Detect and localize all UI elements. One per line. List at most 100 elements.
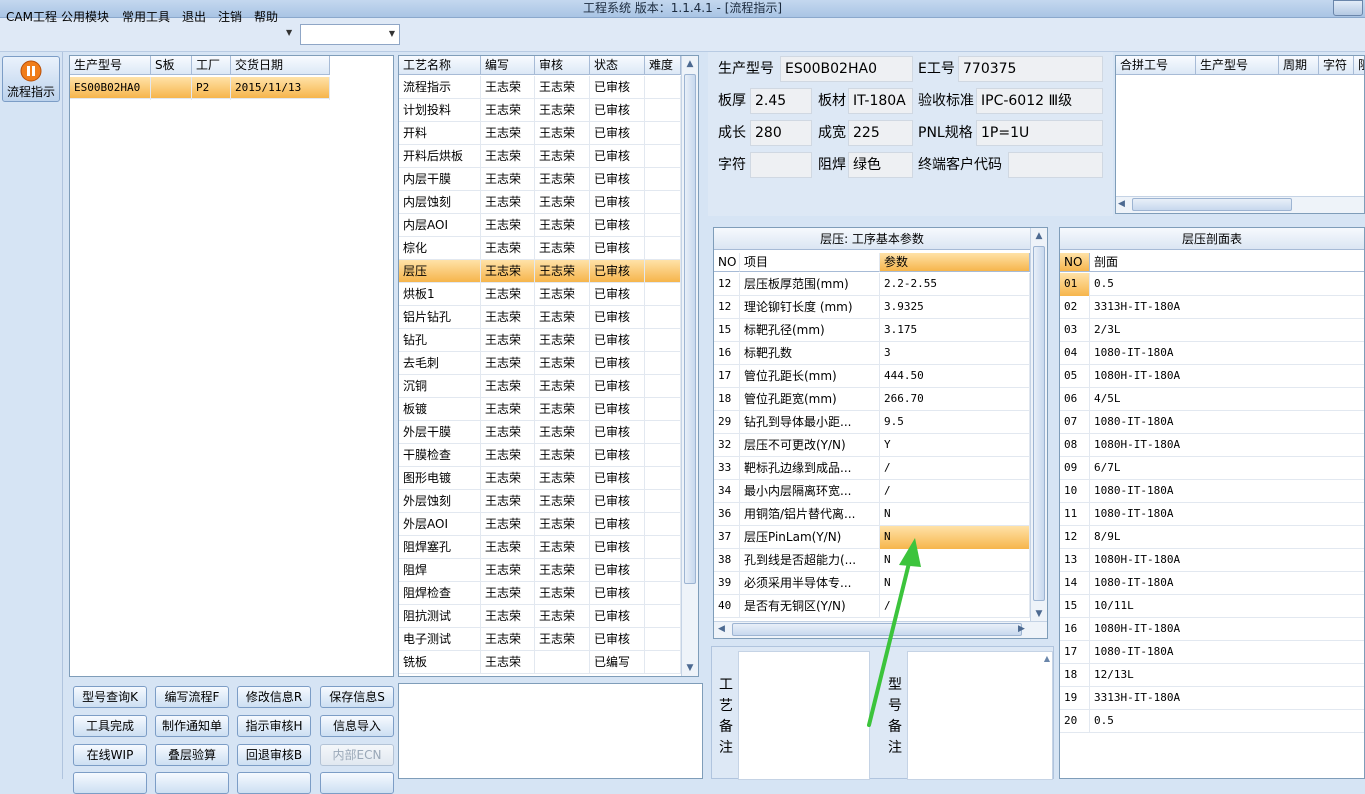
table-row[interactable]: 沉铜 王志荣 王志荣 已审核 <box>399 375 681 398</box>
hscroll-thumb[interactable] <box>1132 198 1292 211</box>
col-header-mask[interactable]: 阻 <box>1354 56 1364 75</box>
table-row[interactable]: 12 8/9L <box>1060 526 1364 549</box>
table-row[interactable]: 17 1080-IT-180A <box>1060 641 1364 664</box>
process-scrollbar[interactable]: ▲ ▼ <box>681 56 698 676</box>
col-header-status[interactable]: 状态 <box>590 56 645 75</box>
table-row[interactable]: 34 最小内层隔离环宽... / <box>714 480 1030 503</box>
table-row[interactable]: 12 层压板厚范围(mm) 2.2-2.55 <box>714 273 1030 296</box>
table-row[interactable]: 03 2/3L <box>1060 319 1364 342</box>
table-row[interactable]: 09 6/7L <box>1060 457 1364 480</box>
table-row[interactable]: 19 3313H-IT-180A <box>1060 687 1364 710</box>
col-header-model[interactable]: 生产型号 <box>70 56 151 75</box>
col-header-no[interactable]: NO <box>714 253 740 272</box>
table-row[interactable]: 阻焊 王志荣 王志荣 已审核 <box>399 559 681 582</box>
table-row[interactable]: 铣板 王志荣 已编写 <box>399 651 681 674</box>
col-header-s-board[interactable]: S板 <box>151 56 192 75</box>
table-row[interactable]: 06 4/5L <box>1060 388 1364 411</box>
table-row[interactable]: 内层干膜 王志荣 王志荣 已审核 <box>399 168 681 191</box>
col-header-stack-no[interactable]: NO <box>1060 253 1090 272</box>
scroll-down-icon[interactable]: ▼ <box>682 660 698 676</box>
pnl-field[interactable]: 1P=1U <box>976 120 1103 146</box>
stack-check-button[interactable]: 叠层验算 <box>155 744 229 766</box>
table-row[interactable]: 04 1080-IT-180A <box>1060 342 1364 365</box>
char-field[interactable] <box>750 152 812 178</box>
review-button[interactable]: 指示审核H <box>237 715 311 737</box>
table-row[interactable]: 32 层压不可更改(Y/N) Y <box>714 434 1030 457</box>
col-header-item[interactable]: 项目 <box>740 253 880 272</box>
table-row[interactable]: 棕化 王志荣 王志荣 已审核 <box>399 237 681 260</box>
width-field[interactable]: 225 <box>848 120 913 146</box>
table-row[interactable]: 钻孔 王志荣 王志荣 已审核 <box>399 329 681 352</box>
table-row[interactable]: 11 1080-IT-180A <box>1060 503 1364 526</box>
table-row[interactable]: 内层蚀刻 王志荣 王志荣 已审核 <box>399 191 681 214</box>
save-info-button[interactable]: 保存信息S <box>320 686 394 708</box>
table-row[interactable]: 18 管位孔距宽(mm) 266.70 <box>714 388 1030 411</box>
col-header-param[interactable]: 参数 <box>880 253 1030 272</box>
table-row[interactable]: 去毛刺 王志荣 王志荣 已审核 <box>399 352 681 375</box>
table-row[interactable]: 08 1080H-IT-180A <box>1060 434 1364 457</box>
scroll-left-icon[interactable]: ◀ <box>718 624 725 634</box>
menu-cam[interactable]: CAM工程 <box>4 8 59 26</box>
table-row[interactable]: 电子测试 王志荣 王志荣 已审核 <box>399 628 681 651</box>
table-row[interactable]: 02 3313H-IT-180A <box>1060 296 1364 319</box>
combined-hscroll[interactable]: ◀ <box>1116 196 1364 213</box>
help-dropdown-icon[interactable]: ▼ <box>286 28 292 37</box>
scroll-down-icon[interactable]: ▼ <box>1031 606 1047 622</box>
extra-button-3[interactable] <box>237 772 311 794</box>
table-row[interactable]: 14 1080-IT-180A <box>1060 572 1364 595</box>
table-row[interactable]: 外层干膜 王志荣 王志荣 已审核 <box>399 421 681 444</box>
extra-button-2[interactable] <box>155 772 229 794</box>
menu-help[interactable]: 帮助 <box>252 8 280 26</box>
table-row[interactable]: 开料 王志荣 王志荣 已审核 <box>399 122 681 145</box>
table-row[interactable]: 16 标靶孔数 3 <box>714 342 1030 365</box>
table-row[interactable]: 16 1080H-IT-180A <box>1060 618 1364 641</box>
table-row[interactable]: 铝片钻孔 王志荣 王志荣 已审核 <box>399 306 681 329</box>
col-header-combined-no[interactable]: 合拼工号 <box>1116 56 1196 75</box>
col-header-combined-model[interactable]: 生产型号 <box>1196 56 1279 75</box>
write-flow-button[interactable]: 编写流程F <box>155 686 229 708</box>
scroll-left-icon[interactable]: ◀ <box>1118 199 1125 209</box>
table-row[interactable]: 33 靶标孔边缘到成品... / <box>714 457 1030 480</box>
combo-arrow-icon[interactable]: ▼ <box>389 29 395 38</box>
table-row[interactable]: 阻焊塞孔 王志荣 王志荣 已审核 <box>399 536 681 559</box>
params-vscroll[interactable]: ▲ ▼ <box>1030 228 1047 622</box>
table-row[interactable]: 10 1080-IT-180A <box>1060 480 1364 503</box>
length-field[interactable]: 280 <box>750 120 812 146</box>
extra-button-4[interactable] <box>320 772 394 794</box>
process-remark-textarea[interactable] <box>738 651 870 780</box>
modify-info-button[interactable]: 修改信息R <box>237 686 311 708</box>
customer-field[interactable] <box>1008 152 1103 178</box>
col-header-factory[interactable]: 工厂 <box>192 56 231 75</box>
menu-logout[interactable]: 注销 <box>216 8 244 26</box>
col-header-char[interactable]: 字符 <box>1319 56 1354 75</box>
table-row[interactable]: 阻焊检查 王志荣 王志荣 已审核 <box>399 582 681 605</box>
tool-complete-button[interactable]: 工具完成 <box>73 715 147 737</box>
table-row[interactable]: 内层AOI 王志荣 王志荣 已审核 <box>399 214 681 237</box>
table-row[interactable]: 29 钻孔到导体最小距... 9.5 <box>714 411 1030 434</box>
table-row[interactable]: 阻抗测试 王志荣 王志荣 已审核 <box>399 605 681 628</box>
table-row[interactable]: 流程指示 王志荣 王志荣 已审核 <box>399 76 681 99</box>
scroll-right-icon[interactable]: ▶ <box>1018 624 1025 634</box>
col-header-period[interactable]: 周期 <box>1279 56 1319 75</box>
table-row[interactable]: 外层蚀刻 王志荣 王志荣 已审核 <box>399 490 681 513</box>
table-row[interactable]: 13 1080H-IT-180A <box>1060 549 1364 572</box>
menu-common-modules[interactable]: 公用模块 <box>59 8 111 26</box>
scroll-thumb[interactable] <box>1033 246 1045 601</box>
table-row[interactable]: 开料后烘板 王志荣 王志荣 已审核 <box>399 145 681 168</box>
process-note-panel[interactable] <box>398 683 703 779</box>
thickness-field[interactable]: 2.45 <box>750 88 812 114</box>
table-row[interactable]: 36 用铜箔/铝片替代离... N <box>714 503 1030 526</box>
table-row[interactable]: ES00B02HA0 P2 2015/11/13 <box>70 77 330 100</box>
table-row[interactable]: 烘板1 王志荣 王志荣 已审核 <box>399 283 681 306</box>
col-header-section[interactable]: 剖面 <box>1090 253 1364 272</box>
revert-review-button[interactable]: 回退审核B <box>237 744 311 766</box>
online-wip-button[interactable]: 在线WIP <box>73 744 147 766</box>
table-row[interactable]: 01 0.5 <box>1060 273 1364 296</box>
table-row[interactable]: 12 理论铆钉长度 (mm) 3.9325 <box>714 296 1030 319</box>
table-row[interactable]: 07 1080-IT-180A <box>1060 411 1364 434</box>
menu-exit[interactable]: 退出 <box>180 8 208 26</box>
scroll-thumb[interactable] <box>684 74 696 584</box>
menu-common-tools[interactable]: 常用工具 <box>120 8 172 26</box>
table-row[interactable]: 20 0.5 <box>1060 710 1364 733</box>
internal-ecn-button[interactable]: 内部ECN <box>320 744 394 766</box>
